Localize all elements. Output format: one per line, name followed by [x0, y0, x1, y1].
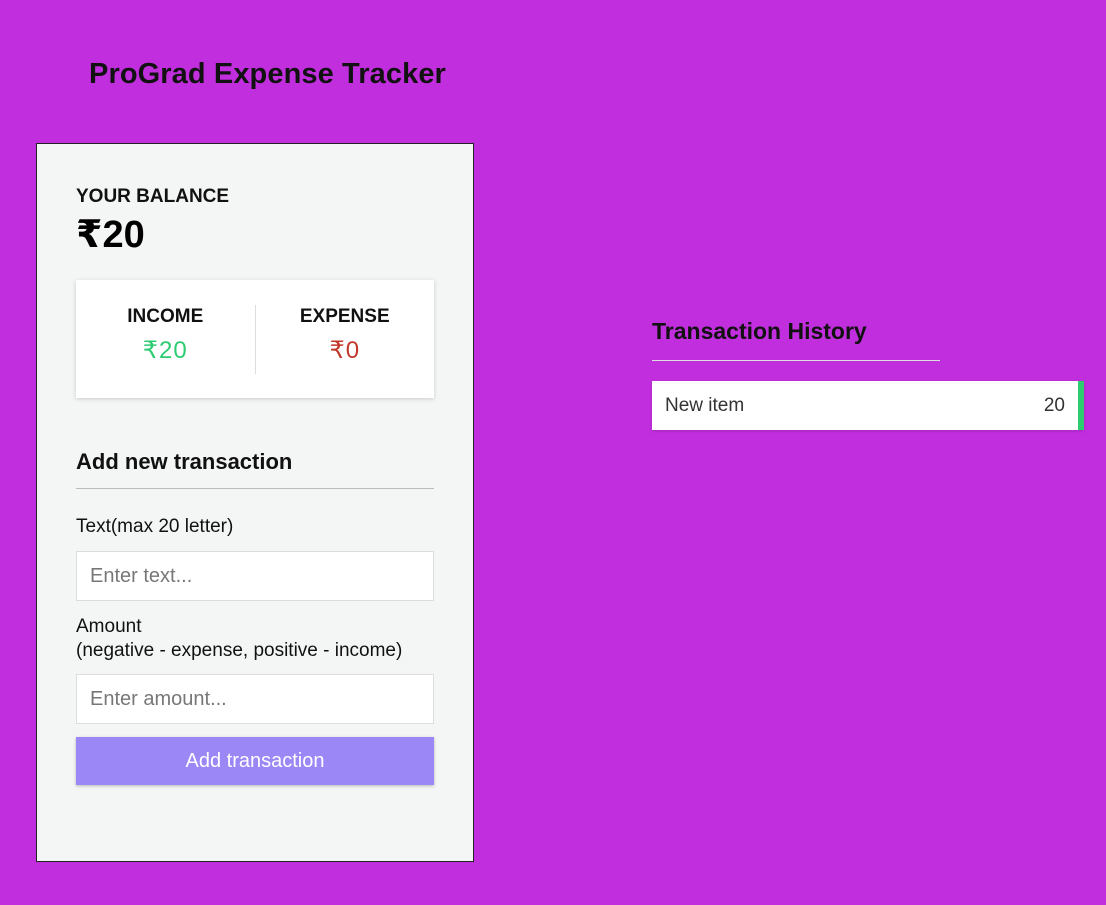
- tracker-card: YOUR BALANCE ₹20 INCOME ₹20 EXPENSE ₹0 A…: [36, 143, 474, 862]
- income-column: INCOME ₹20: [76, 280, 255, 398]
- text-input[interactable]: [76, 551, 434, 601]
- amount-input[interactable]: [76, 674, 434, 724]
- transaction-list: New item 20: [652, 381, 1084, 430]
- balance-label: YOUR BALANCE: [76, 186, 230, 207]
- history-divider: [652, 360, 940, 361]
- transaction-amount: 20: [1043, 394, 1065, 416]
- income-value: ₹20: [142, 337, 188, 364]
- amount-field-label: Amount (negative - expense, positive - i…: [76, 615, 402, 663]
- expense-value: ₹0: [329, 337, 361, 364]
- income-label: INCOME: [127, 306, 204, 327]
- balance-value: ₹20: [76, 214, 145, 256]
- section-divider: [76, 488, 434, 489]
- transaction-item[interactable]: New item 20: [652, 381, 1084, 430]
- income-expense-summary: INCOME ₹20 EXPENSE ₹0: [76, 280, 434, 398]
- amount-label-title: Amount: [76, 616, 142, 637]
- add-transaction-button[interactable]: Add transaction: [76, 737, 434, 785]
- expense-column: EXPENSE ₹0: [256, 280, 435, 398]
- expense-label: EXPENSE: [299, 306, 390, 327]
- add-transaction-heading: Add new transaction: [76, 449, 293, 474]
- text-field-label: Text(max 20 letter): [76, 516, 234, 537]
- amount-label-hint: (negative - expense, positive - income): [76, 640, 403, 661]
- transaction-text: New item: [665, 394, 745, 416]
- app-title: ProGrad Expense Tracker: [89, 58, 446, 90]
- transaction-history-heading: Transaction History: [652, 318, 867, 344]
